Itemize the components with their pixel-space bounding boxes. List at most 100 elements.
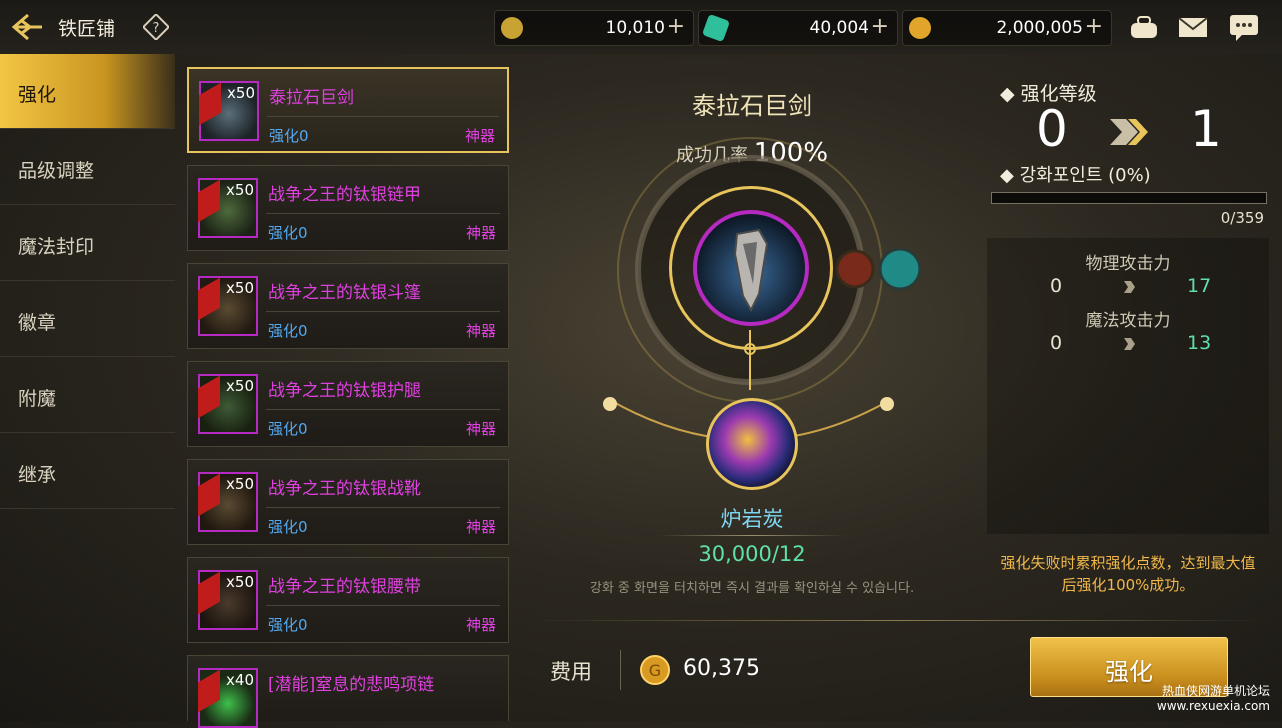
note-line-1: 强化失败时累积强化点数，达到最大值 <box>1000 554 1256 572</box>
cost-value: 60,375 <box>683 656 760 681</box>
c-token-resource: 10,010 + <box>494 10 694 46</box>
list-item[interactable]: x40 [潜能]窒息的悲鸣项链 <box>187 655 509 728</box>
back-arrow-icon[interactable] <box>10 12 46 42</box>
lava-charcoal-material-icon[interactable] <box>706 398 798 490</box>
item-quantity: x50 <box>226 475 254 493</box>
svg-text:G: G <box>649 661 661 680</box>
menu-item-enhance[interactable]: 强化 <box>0 54 175 129</box>
side-menu: 强化 品级调整 魔法封印 徽章 附魔 继承 <box>0 54 175 514</box>
gold-coin-icon: G <box>640 655 670 685</box>
item-name: 战争之王的钛银护腿 <box>268 381 421 401</box>
enhance-points-value: 0/359 <box>1220 209 1264 227</box>
equipped-tag <box>198 669 220 713</box>
item-level: 强化0 <box>268 420 308 438</box>
stat-next-physical-attack: 17 <box>1187 275 1212 297</box>
item-level: 强化0 <box>268 224 308 242</box>
note-line-2: 后强化100%成功。 <box>1061 576 1195 594</box>
item-grade: 神器 <box>465 616 496 634</box>
stat-current-magic-attack: 0 <box>1050 332 1063 354</box>
double-chevron-icon <box>1108 115 1152 149</box>
divider <box>266 409 500 410</box>
item-thumbnail: x50 <box>198 178 258 238</box>
item-thumbnail: x50 <box>198 570 258 630</box>
divider <box>620 650 621 690</box>
add-c-token-button[interactable]: + <box>667 14 685 39</box>
item-quantity: x40 <box>226 671 254 689</box>
purse-icon[interactable] <box>1128 12 1160 42</box>
menu-item-emblem[interactable]: 徽章 <box>0 282 175 357</box>
cost-label: 费用 <box>550 660 592 684</box>
divider <box>266 311 500 312</box>
level-to: 1 <box>1190 100 1222 158</box>
item-grade: 神器 <box>465 224 496 242</box>
enhance-points-label: ◆ 강화포인트 (0%) <box>1000 165 1151 186</box>
item-thumbnail: x40 <box>198 668 258 728</box>
divider <box>658 535 846 536</box>
item-grade: 神器 <box>465 322 496 340</box>
equipped-tag <box>198 571 220 615</box>
chevron-right-icon <box>1122 336 1136 350</box>
enhance-points-label-text: 강화포인트 (0%) <box>1019 165 1151 186</box>
item-level: 强化0 <box>268 518 308 536</box>
item-name: 战争之王的钛银战靴 <box>268 479 421 499</box>
item-thumbnail: x50 <box>199 81 259 141</box>
item-quantity: x50 <box>226 377 254 395</box>
equipped-tag <box>198 375 220 419</box>
stat-next-magic-attack: 13 <box>1187 332 1212 354</box>
gold-value: 2,000,005 <box>996 18 1083 38</box>
gold-coin-icon <box>909 17 931 39</box>
divider <box>267 116 499 117</box>
item-grade: 神器 <box>465 420 496 438</box>
item-thumbnail: x50 <box>198 472 258 532</box>
mail-icon[interactable] <box>1177 12 1209 42</box>
chevron-right-icon <box>1122 279 1136 293</box>
item-thumbnail: x50 <box>198 276 258 336</box>
selected-item-name: 泰拉石巨剑 <box>692 92 812 120</box>
item-quantity: x50 <box>226 279 254 297</box>
list-item[interactable]: x50 战争之王的钛银链甲 强化0 神器 <box>187 165 509 251</box>
divider <box>530 620 1270 621</box>
add-gold-button[interactable]: + <box>1085 14 1103 39</box>
greatsword-icon[interactable] <box>693 210 809 326</box>
menu-item-inherit[interactable]: 继承 <box>0 434 175 509</box>
item-grade: 神器 <box>465 518 496 536</box>
list-item[interactable]: x50 战争之王的钛银战靴 强化0 神器 <box>187 459 509 545</box>
item-name: [潜能]窒息的悲鸣项链 <box>268 675 435 695</box>
gold-resource: 2,000,005 + <box>902 10 1112 46</box>
fail-bonus-note: 强化失败时累积强化点数，达到最大值 后强化100%成功。 <box>987 552 1269 596</box>
enhance-points-bar <box>991 192 1267 204</box>
item-quantity: x50 <box>226 181 254 199</box>
menu-item-magic-seal[interactable]: 魔法封印 <box>0 206 175 281</box>
item-thumbnail: x50 <box>198 374 258 434</box>
add-crystal-button[interactable]: + <box>871 14 889 39</box>
item-name: 泰拉石巨剑 <box>269 88 354 108</box>
watermark: 热血侠网游单机论坛 www.rexuexia.com <box>1157 684 1270 714</box>
c-token-icon <box>501 17 523 39</box>
item-level: 强化0 <box>269 127 309 145</box>
menu-item-enchant[interactable]: 附魔 <box>0 358 175 433</box>
equipped-tag <box>199 82 221 126</box>
chat-icon[interactable] <box>1228 12 1260 42</box>
item-quantity: x50 <box>226 573 254 591</box>
help-icon[interactable]: ? <box>141 12 171 42</box>
level-from: 0 <box>1036 100 1068 158</box>
list-item[interactable]: x50 泰拉石巨剑 强化0 神器 <box>187 67 509 153</box>
item-grade: 神器 <box>464 127 495 145</box>
divider <box>266 213 500 214</box>
equipped-tag <box>198 179 220 223</box>
list-item[interactable]: x50 战争之王的钛银护腿 强化0 神器 <box>187 361 509 447</box>
menu-item-grade-adjust[interactable]: 品级调整 <box>0 130 175 205</box>
item-name: 战争之王的钛银腰带 <box>268 577 421 597</box>
page-title: 铁匠铺 <box>58 18 116 40</box>
equipped-tag <box>198 473 220 517</box>
list-item[interactable]: x50 战争之王的钛银腰带 强化0 神器 <box>187 557 509 643</box>
crystal-value: 40,004 <box>809 18 869 38</box>
watermark-line-1: 热血侠网游单机论坛 <box>1161 684 1270 698</box>
crystal-resource: 40,004 + <box>698 10 898 46</box>
item-name: 战争之王的钛银斗篷 <box>268 283 421 303</box>
list-item[interactable]: x50 战争之王的钛银斗篷 强化0 神器 <box>187 263 509 349</box>
watermark-line-2: www.rexuexia.com <box>1156 699 1270 713</box>
material-name: 炉岩炭 <box>720 507 784 531</box>
divider <box>266 605 500 606</box>
stat-name-physical-attack: 物理攻击力 <box>1085 254 1171 274</box>
